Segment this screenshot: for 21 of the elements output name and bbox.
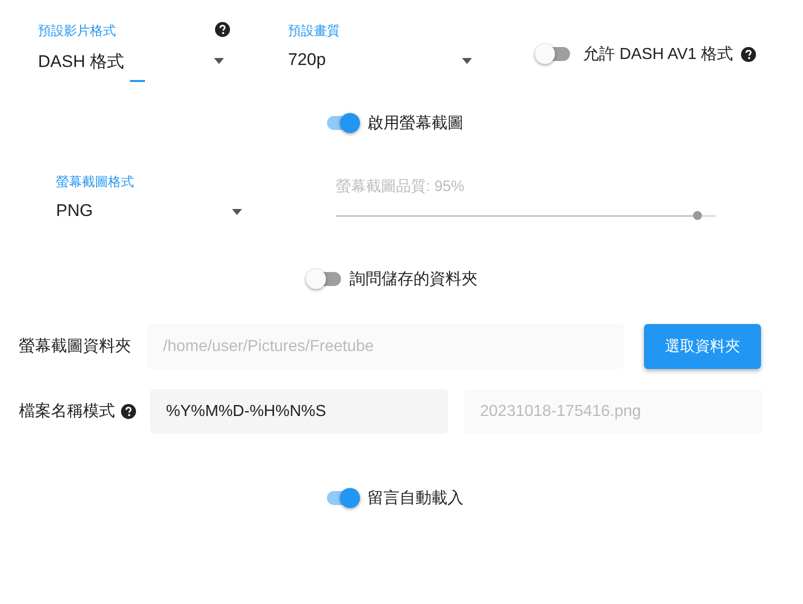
toggle-label: 允許 DASH AV1 格式	[583, 44, 733, 64]
caret-icon	[232, 209, 242, 215]
dropdown[interactable]: 預設畫質 720p	[288, 22, 478, 84]
dropdown[interactable]: 螢幕截圖格式 PNG	[56, 173, 248, 235]
dropdown[interactable]: 預設影片格式 DASH 格式	[38, 22, 230, 84]
toggle-label: 詢問儲存的資料夾	[350, 270, 478, 290]
slider-label: 螢幕截圖品質: 95%	[336, 177, 466, 196]
toggle-switch[interactable]	[535, 42, 571, 66]
help-icon[interactable]	[215, 22, 230, 37]
toggle-label: 留言自動載入	[368, 488, 464, 508]
caret-icon	[214, 58, 224, 64]
input-field[interactable]: %Y%M%D-%H%N%S	[150, 389, 448, 434]
help-icon[interactable]	[740, 46, 756, 62]
field-label: 檔案名稱模式	[19, 401, 115, 422]
help-icon[interactable]	[121, 404, 136, 419]
caret-icon	[462, 58, 472, 64]
field-label: 螢幕截圖資料夾	[19, 336, 131, 357]
input-field[interactable]: /home/user/Pictures/Freetube	[147, 324, 624, 369]
toggle-switch[interactable]	[306, 267, 342, 291]
toggle-label: 啟用螢幕截圖	[368, 114, 464, 134]
input-field[interactable]: 20231018-175416.png	[464, 389, 763, 434]
